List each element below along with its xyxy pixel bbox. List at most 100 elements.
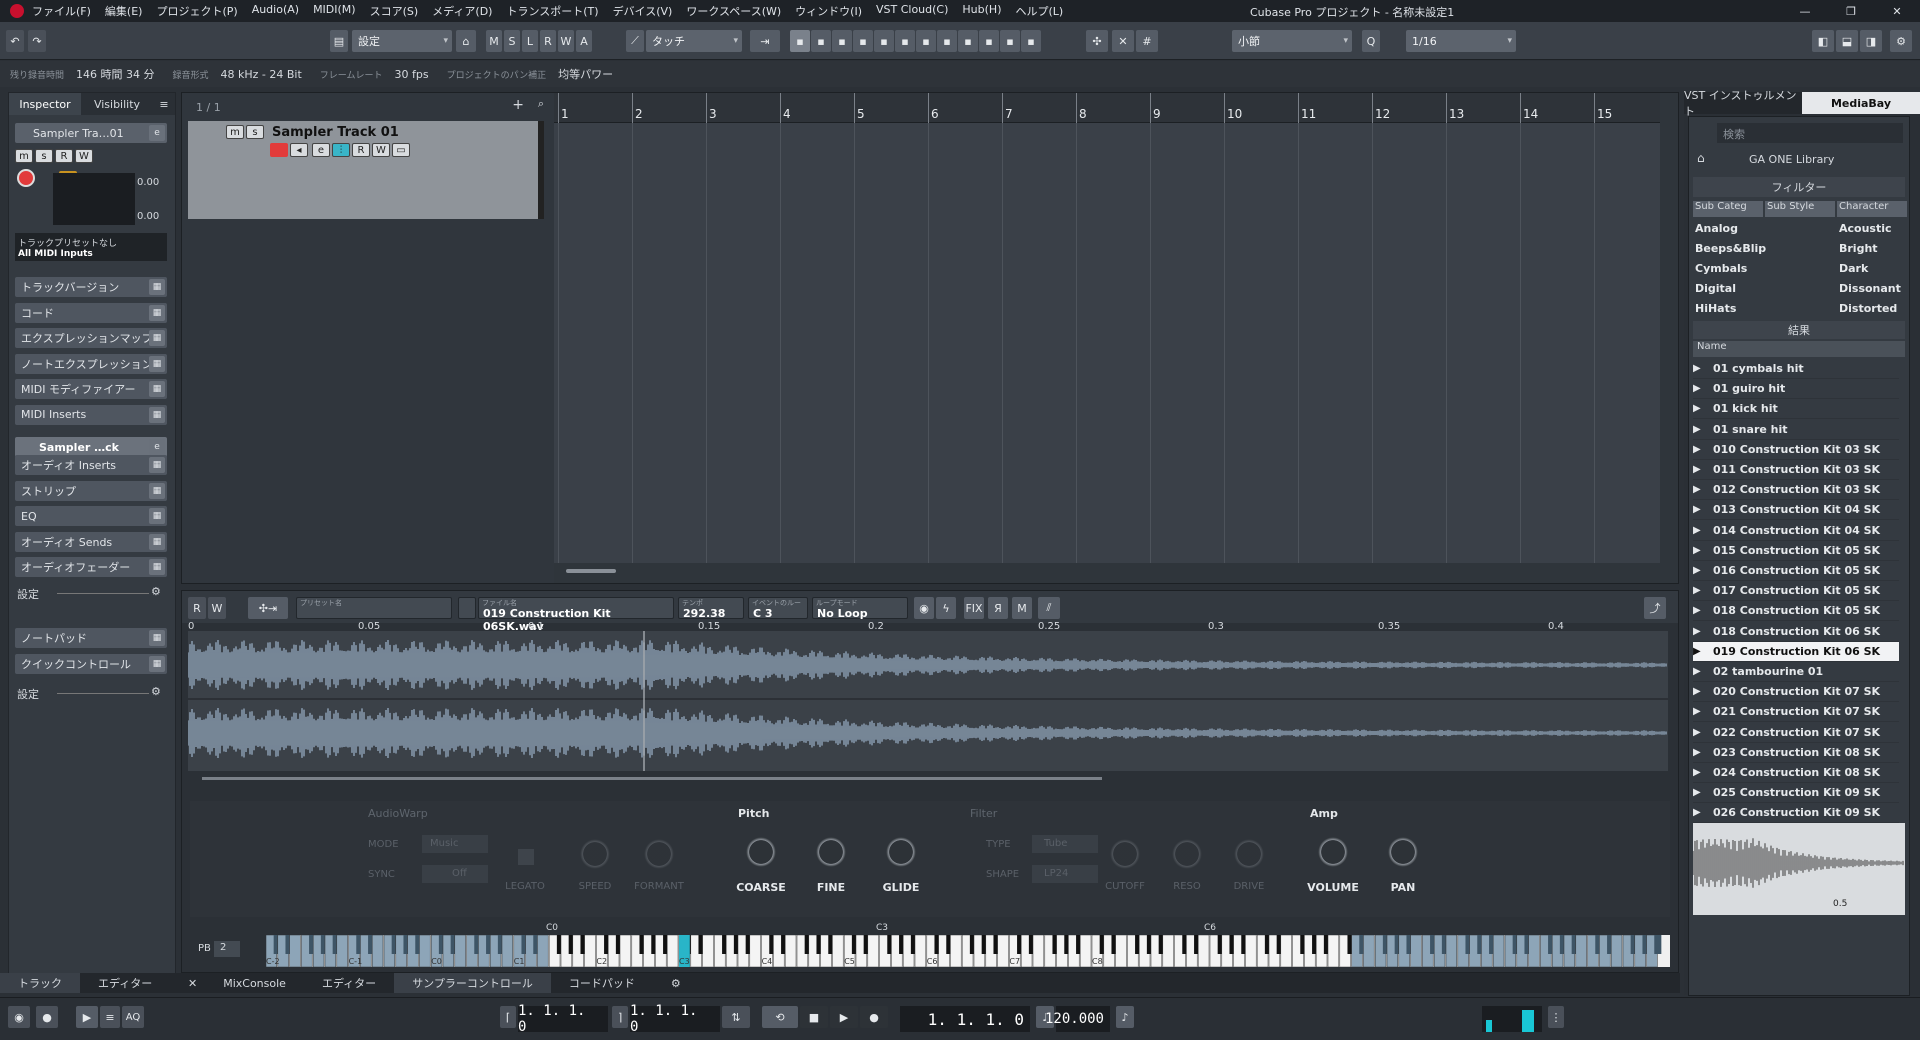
write-button[interactable]: W (75, 149, 93, 163)
white-key[interactable] (1327, 934, 1340, 968)
rec-format-value[interactable]: 48 kHz - 24 Bit (221, 68, 302, 81)
volume-pan-area[interactable] (53, 173, 135, 225)
filter-option[interactable]: Distorted (1839, 299, 1907, 319)
keyboard[interactable]: C-2 C-1 C0 C1 C2 C3 C4 C5 C6 C7 C8 (265, 934, 1670, 968)
white-key[interactable] (702, 934, 714, 968)
white-key[interactable] (1492, 934, 1505, 968)
inspector-section[interactable]: EQ ▦ (15, 506, 167, 526)
filter-option[interactable]: Beeps&Blip (1695, 239, 1766, 259)
snap-icon[interactable]: ✣ (1086, 30, 1108, 52)
tool-glue-icon[interactable]: ▪ (853, 30, 873, 52)
mute-button[interactable]: m (15, 149, 33, 163)
track-preset-label[interactable]: トラックプリセットなし (18, 236, 164, 249)
preview-play-icon[interactable]: ▶ (1693, 464, 1713, 475)
inspector-section[interactable]: ストリップ ▦ (15, 480, 167, 501)
white-key[interactable] (1363, 934, 1375, 968)
name-column-header[interactable]: Name (1693, 341, 1905, 357)
edit-instrument-icon[interactable]: e (149, 125, 165, 141)
tool-zoom-icon[interactable]: ▪ (895, 30, 915, 52)
tab-inspector[interactable]: Inspector (9, 93, 81, 115)
automation-mode-select[interactable]: タッチ (646, 30, 742, 52)
solo-button[interactable]: s (35, 149, 53, 163)
close-icon[interactable]: ✕ (1874, 0, 1920, 22)
white-key[interactable] (371, 934, 384, 968)
preview-play-icon[interactable]: ▶ (1693, 484, 1713, 495)
tab-vst-instruments[interactable]: VST インストゥルメント (1684, 89, 1802, 118)
coarse-knob[interactable] (746, 837, 776, 867)
menu-item[interactable]: Hub(H) (962, 3, 1001, 19)
filter-type-select[interactable]: Tube (1032, 835, 1098, 853)
root-field[interactable]: イベントのルート C 3 (748, 597, 808, 620)
sampler-track[interactable]: m s Sampler Track 01 ◂ e ⫶ R W ▭ (188, 121, 544, 219)
event-display[interactable] (554, 123, 1660, 563)
settings-gear-icon[interactable]: ⚙ (1890, 30, 1912, 52)
redo-icon[interactable]: ↷ (28, 30, 46, 52)
tool-time-warp-icon[interactable]: ▪ (937, 30, 957, 52)
filter-section-title[interactable]: Filter (970, 807, 997, 820)
punch-icon[interactable]: ⇅ (722, 1006, 750, 1028)
record-enable-icon[interactable] (17, 169, 35, 187)
lower-zone-icon[interactable]: ⬓ (1836, 30, 1858, 52)
filter-option[interactable]: Bright (1839, 239, 1907, 259)
filter-col-sub-category[interactable]: Sub Categ (1693, 201, 1763, 217)
preview-play-icon[interactable]: ▶ (1693, 504, 1713, 515)
white-key[interactable] (1528, 934, 1540, 968)
drive-knob[interactable] (1234, 839, 1264, 869)
track-more-icon[interactable]: ▭ (392, 143, 410, 157)
snap-to-zero-icon[interactable]: ✕ (1112, 30, 1134, 52)
read-automation-button[interactable]: R (188, 597, 206, 619)
white-key[interactable] (1245, 934, 1257, 968)
filter-option[interactable]: Cymbals (1695, 259, 1763, 279)
result-row[interactable]: ▶ 01 snare hit (1693, 420, 1899, 440)
inspector-section[interactable]: オーディオフェーダー ▦ (15, 557, 167, 577)
cycle-button[interactable]: ⟲ (762, 1006, 798, 1028)
global-toggle-s[interactable]: S (504, 30, 520, 52)
result-row[interactable]: ▶ 021 Construction Kit 07 SK (1693, 702, 1899, 723)
filter-option[interactable]: Analog (1695, 219, 1763, 239)
result-row[interactable]: ▶ 014 Construction Kit 04 SK (1693, 521, 1899, 541)
preview-play-icon[interactable]: ▶ (1693, 747, 1713, 758)
white-key[interactable] (997, 934, 1009, 968)
activate-project-icon[interactable]: ◉ (8, 1006, 30, 1028)
tool-draw-icon[interactable]: ▪ (958, 30, 978, 52)
metronome-icon[interactable]: ♪ (1116, 1006, 1134, 1028)
white-key[interactable] (1032, 934, 1045, 968)
white-key[interactable] (584, 934, 596, 968)
pan-knob[interactable] (1388, 837, 1418, 867)
preview-play-icon[interactable]: ▶ (1693, 605, 1713, 616)
home-icon[interactable]: ⌂ (1697, 151, 1705, 165)
inspector-section[interactable]: トラックバージョン ▦ (15, 277, 167, 297)
tab-editor[interactable]: エディター (304, 973, 394, 993)
legato-toggle[interactable] (518, 849, 534, 865)
inspector-section[interactable]: MIDI Inserts ▦ (15, 404, 167, 425)
tool-color-icon[interactable]: ▪ (1021, 30, 1041, 52)
preview-play-icon[interactable]: ▶ (1693, 787, 1713, 798)
black-key[interactable] (1654, 935, 1662, 954)
play-sample-icon[interactable]: ◉ (914, 597, 934, 619)
position-display[interactable]: 1. 1. 1. 0 (900, 1006, 1030, 1032)
menu-item[interactable]: デバイス(V) (613, 3, 673, 19)
global-toggle-r[interactable]: R (540, 30, 556, 52)
pan-value[interactable]: 0.00 (137, 211, 159, 222)
waveform-display[interactable] (187, 631, 1668, 771)
key-range-mark[interactable]: C6 (1204, 923, 1216, 933)
white-key[interactable] (1410, 934, 1422, 968)
preview-play-icon[interactable]: ▶ (1693, 403, 1713, 414)
preview-play-icon[interactable]: ▶ (1693, 767, 1713, 778)
setting-slider[interactable] (57, 593, 149, 594)
play-button[interactable]: ▶ (830, 1006, 858, 1028)
preview-play-icon[interactable]: ▶ (1693, 626, 1713, 637)
global-toggle-w[interactable]: W (558, 30, 574, 52)
speed-knob[interactable] (580, 839, 610, 869)
preview-play-icon[interactable]: ▶ (1693, 706, 1713, 717)
workspace-select[interactable]: 設定 (352, 30, 452, 52)
result-row[interactable]: ▶ 025 Construction Kit 09 SK (1693, 783, 1899, 804)
setting-2-slider[interactable] (57, 693, 149, 694)
left-locator[interactable]: 1. 1. 1. 0 (518, 1003, 608, 1035)
result-row[interactable]: ▶ 020 Construction Kit 07 SK (1693, 682, 1899, 703)
right-locator[interactable]: 1. 1. 1. 0 (630, 1003, 720, 1035)
result-row[interactable]: ▶ 016 Construction Kit 05 SK (1693, 561, 1899, 581)
tab-mixconsole[interactable]: MixConsole (205, 973, 304, 993)
fix-icon[interactable]: FIX (964, 597, 984, 619)
midi-input-label[interactable]: All MIDI Inputs (18, 249, 164, 259)
